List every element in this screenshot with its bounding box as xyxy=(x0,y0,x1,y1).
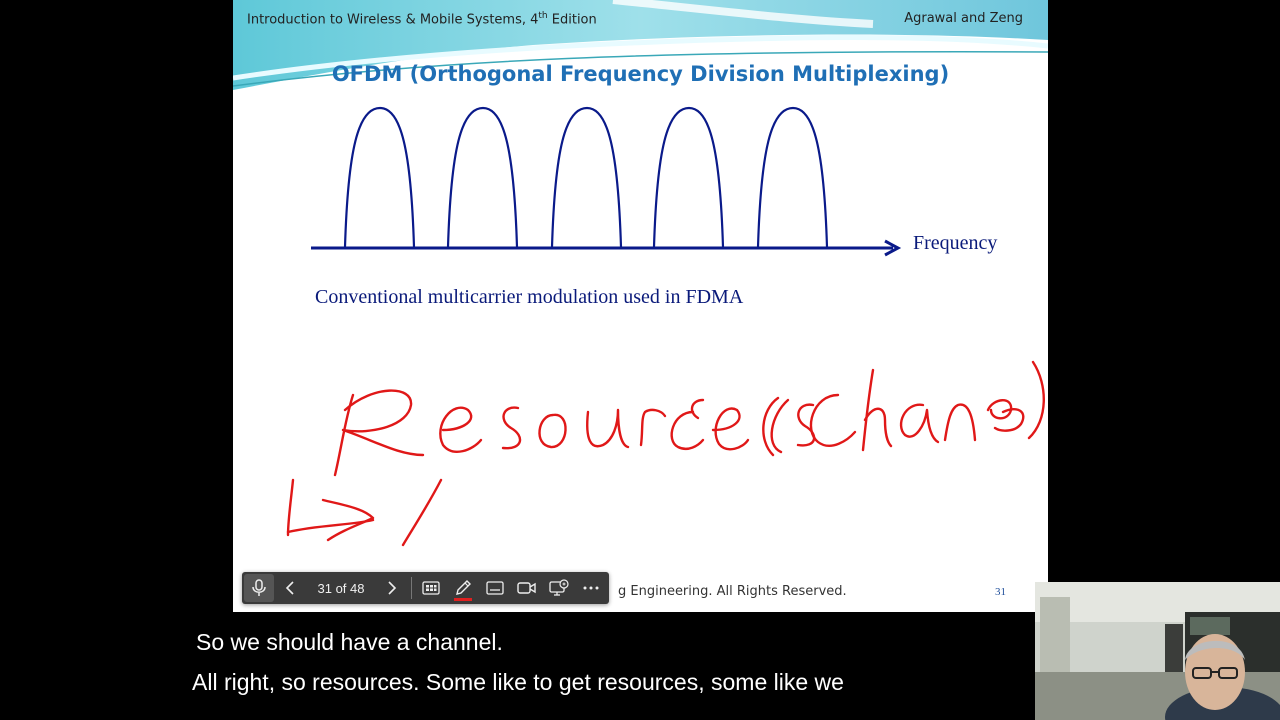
pen-button[interactable] xyxy=(447,572,479,604)
chevron-right-icon xyxy=(388,581,397,595)
slide-header-authors: Agrawal and Zeng xyxy=(904,11,1023,26)
more-icon xyxy=(583,586,599,590)
slide-caption: Conventional multicarrier modulation use… xyxy=(315,286,744,308)
toolbar-divider xyxy=(411,577,412,599)
caption-line: So we should have a channel. xyxy=(196,629,503,655)
slide-title: OFDM (Orthogonal Frequency Division Mult… xyxy=(331,62,950,86)
presentation-toolbar: 31 of 48 xyxy=(242,572,609,604)
subtitles-icon xyxy=(486,581,504,595)
presenter-view-icon xyxy=(549,579,569,596)
slide-header-title: Introduction to Wireless & Mobile System… xyxy=(247,11,597,28)
slide-footer: g Engineering. All Rights Reserved. xyxy=(618,584,847,599)
pen-color-indicator xyxy=(454,598,472,601)
camera-icon xyxy=(517,582,536,594)
next-slide-button[interactable] xyxy=(376,572,408,604)
subtitles-button[interactable] xyxy=(479,572,511,604)
slide-page-number: 31 xyxy=(995,586,1006,598)
presenter-view-button[interactable] xyxy=(543,572,575,604)
previous-slide-button[interactable] xyxy=(274,572,306,604)
microphone-button[interactable] xyxy=(244,574,274,602)
pen-icon xyxy=(456,580,471,595)
frequency-axis-label: Frequency xyxy=(913,232,998,254)
presentation-slide: Introduction to Wireless & Mobile System… xyxy=(233,0,1048,612)
microphone-icon xyxy=(252,579,266,596)
chevron-left-icon xyxy=(285,581,294,595)
see-all-slides-button[interactable] xyxy=(415,572,447,604)
presenter-webcam xyxy=(1035,582,1280,720)
caption-line: All right, so resources. Some like to ge… xyxy=(192,669,844,695)
presenter-video-frame xyxy=(1035,582,1280,720)
more-options-button[interactable] xyxy=(575,572,607,604)
subtitle-captions: So we should have a channel. All right, … xyxy=(192,622,844,702)
slide-counter: 31 of 48 xyxy=(317,580,365,596)
slides-grid-icon xyxy=(422,581,440,595)
camera-button[interactable] xyxy=(511,572,543,604)
